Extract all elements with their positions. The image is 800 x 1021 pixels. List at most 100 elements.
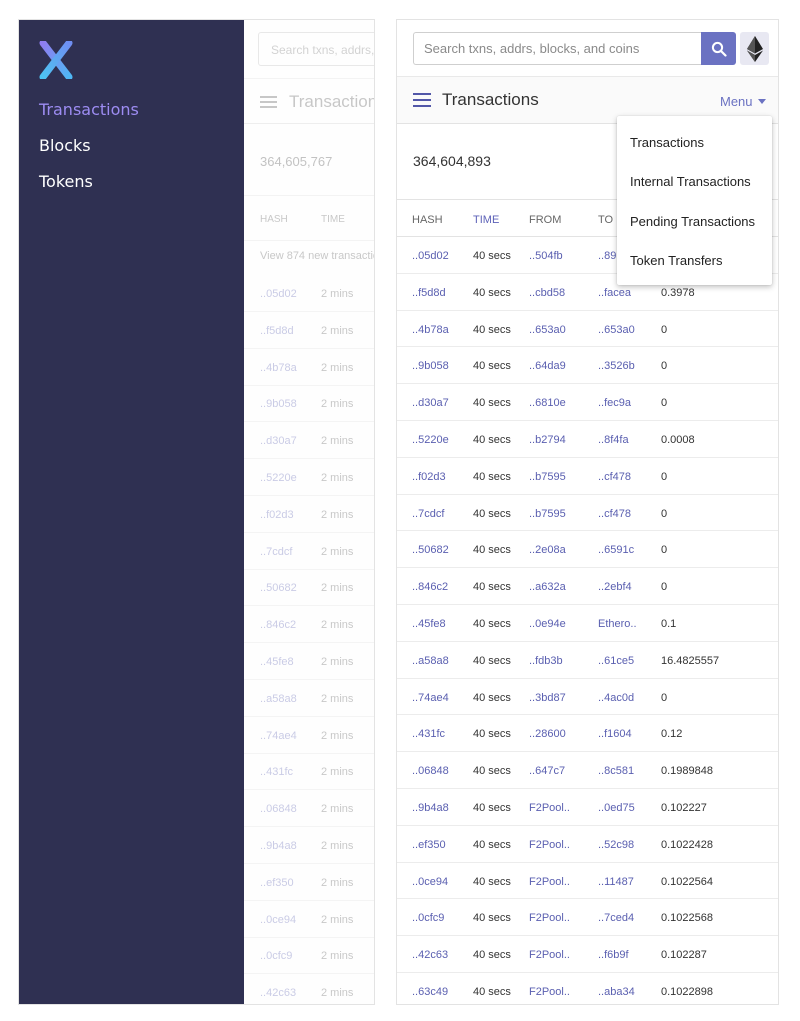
row-to-link[interactable]: ..0ed75 [598, 802, 635, 814]
row-to-link[interactable]: Ethero.. [598, 618, 637, 630]
hamburger-icon[interactable] [413, 93, 431, 107]
dropdown-item-pending-transactions[interactable]: Pending Transactions [630, 214, 755, 229]
row-hash-link[interactable]: ..0ce94 [412, 876, 448, 888]
row-to-link[interactable]: ..3526b [598, 360, 635, 372]
row-to-link[interactable]: ..89 [598, 250, 616, 262]
row-hash-link[interactable]: ..a58a8 [412, 655, 449, 667]
table-row[interactable]: ..846c2 40 secs ..a632a ..2ebf4 0 [397, 568, 778, 605]
column-header-from[interactable]: FROM [529, 214, 561, 226]
row-from-link[interactable]: ..b7595 [529, 508, 566, 520]
row-value: 0.1022568 [661, 912, 713, 925]
table-row[interactable]: ..431fc 40 secs ..28600 ..f1604 0.12 [397, 715, 778, 753]
table-row[interactable]: ..50682 40 secs ..2e08a ..6591c 0 [397, 531, 778, 569]
table-row[interactable]: ..63c49 40 secs F2Pool.. ..aba34 0.1022898 [397, 973, 778, 1004]
column-header-to[interactable]: TO [598, 214, 613, 226]
table-row[interactable]: ..f02d3 40 secs ..b7595 ..cf478 0 [397, 458, 778, 495]
row-from-link[interactable]: ..b7595 [529, 471, 566, 483]
row-hash-link[interactable]: ..50682 [412, 544, 449, 556]
table-row[interactable]: ..ef350 40 secs F2Pool.. ..52c98 0.1022428 [397, 826, 778, 863]
table-row[interactable]: ..9b058 40 secs ..64da9 ..3526b 0 [397, 347, 778, 385]
row-to-link[interactable]: ..7ced4 [598, 912, 634, 924]
menu-dropdown-button[interactable]: Menu [720, 94, 766, 109]
table-row[interactable]: ..5220e 40 secs ..b2794 ..8f4fa 0.0008 [397, 421, 778, 458]
background-new-tx-notice: View 874 new transactions [260, 250, 374, 262]
row-from-link[interactable]: F2Pool.. [529, 986, 570, 998]
row-hash-link[interactable]: ..ef350 [412, 839, 446, 851]
row-hash-link[interactable]: ..9b4a8 [412, 802, 449, 814]
row-hash-link[interactable]: ..431fc [412, 728, 445, 740]
row-hash-link[interactable]: ..f02d3 [412, 471, 446, 483]
table-row[interactable]: ..45fe8 40 secs ..0e94e Ethero.. 0.1 [397, 605, 778, 642]
row-hash-link[interactable]: ..f5d8d [412, 287, 446, 299]
row-from-link[interactable]: ..2e08a [529, 544, 566, 556]
row-from-link[interactable]: F2Pool.. [529, 876, 570, 888]
table-row[interactable]: ..42c63 40 secs F2Pool.. ..f6b9f 0.102287 [397, 936, 778, 973]
row-to-link[interactable]: ..f6b9f [598, 949, 629, 961]
row-to-link[interactable]: ..2ebf4 [598, 581, 632, 593]
row-from-link[interactable]: ..0e94e [529, 618, 566, 630]
row-hash-link[interactable]: ..5220e [412, 434, 449, 446]
dropdown-item-transactions[interactable]: Transactions [630, 135, 704, 150]
row-to-link[interactable]: ..aba34 [598, 986, 635, 998]
row-from-link[interactable]: ..504fb [529, 250, 563, 262]
row-hash-link[interactable]: ..63c49 [412, 986, 448, 998]
table-row[interactable]: ..a58a8 40 secs ..fdb3b ..61ce5 16.4825557 [397, 642, 778, 679]
row-from-link[interactable]: ..cbd58 [529, 287, 565, 299]
table-row[interactable]: ..06848 40 secs ..647c7 ..8c581 0.1989848 [397, 752, 778, 789]
row-to-link[interactable]: ..cf478 [598, 471, 631, 483]
row-hash-link[interactable]: ..05d02 [412, 250, 449, 262]
row-from-link[interactable]: F2Pool.. [529, 949, 570, 961]
row-from-link[interactable]: ..b2794 [529, 434, 566, 446]
column-header-time[interactable]: TIME [473, 214, 499, 226]
row-from-link[interactable]: ..a632a [529, 581, 566, 593]
table-row[interactable]: ..9b4a8 40 secs F2Pool.. ..0ed75 0.102227 [397, 789, 778, 826]
row-hash-link[interactable]: ..d30a7 [412, 397, 449, 409]
table-row[interactable]: ..0ce94 40 secs F2Pool.. ..11487 0.1022564 [397, 863, 778, 900]
row-hash-link[interactable]: ..42c63 [412, 949, 448, 961]
row-from-link[interactable]: ..28600 [529, 728, 566, 740]
row-to-link[interactable]: ..11487 [598, 876, 634, 888]
row-to-link[interactable]: ..8c581 [598, 765, 634, 777]
row-from-link[interactable]: ..fdb3b [529, 655, 563, 667]
row-hash-link[interactable]: ..4b78a [412, 324, 449, 336]
row-from-link[interactable]: F2Pool.. [529, 839, 570, 851]
row-to-link[interactable]: ..61ce5 [598, 655, 634, 667]
row-hash-link[interactable]: ..846c2 [412, 581, 448, 593]
table-row[interactable]: ..7cdcf 40 secs ..b7595 ..cf478 0 [397, 495, 778, 532]
row-hash-link[interactable]: ..45fe8 [412, 618, 446, 630]
row-from-link[interactable]: ..647c7 [529, 765, 565, 777]
row-to-link[interactable]: ..653a0 [598, 324, 635, 336]
row-to-link[interactable]: ..facea [598, 287, 631, 299]
row-from-link[interactable]: F2Pool.. [529, 912, 570, 924]
row-hash-link[interactable]: ..7cdcf [412, 508, 444, 520]
table-row[interactable]: ..4b78a 40 secs ..653a0 ..653a0 0 [397, 311, 778, 348]
drawer-link-tokens[interactable]: Tokens [39, 172, 93, 191]
row-from-link[interactable]: ..64da9 [529, 360, 566, 372]
row-hash-link[interactable]: ..06848 [412, 765, 449, 777]
dropdown-item-token-transfers[interactable]: Token Transfers [630, 253, 723, 268]
row-to-link[interactable]: ..cf478 [598, 508, 631, 520]
row-to-link[interactable]: ..4ac0d [598, 692, 634, 704]
network-selector-button[interactable] [740, 32, 769, 65]
row-to-link[interactable]: ..f1604 [598, 728, 632, 740]
row-hash-link[interactable]: ..0cfc9 [412, 912, 444, 924]
drawer-link-transactions[interactable]: Transactions [39, 100, 139, 119]
row-hash-link[interactable]: ..9b058 [412, 360, 449, 372]
search-button[interactable] [701, 32, 736, 65]
dropdown-item-internal-transactions[interactable]: Internal Transactions [630, 174, 751, 189]
row-to-link[interactable]: ..52c98 [598, 839, 634, 851]
row-to-link[interactable]: ..6591c [598, 544, 634, 556]
row-to-link[interactable]: ..8f4fa [598, 434, 629, 446]
search-input[interactable] [413, 32, 701, 65]
row-from-link[interactable]: ..3bd87 [529, 692, 566, 704]
row-from-link[interactable]: ..653a0 [529, 324, 566, 336]
row-from-link[interactable]: F2Pool.. [529, 802, 570, 814]
row-to-link[interactable]: ..fec9a [598, 397, 631, 409]
table-row[interactable]: ..0cfc9 40 secs F2Pool.. ..7ced4 0.1022568 [397, 899, 778, 937]
column-header-hash[interactable]: HASH [412, 214, 443, 226]
row-hash-link[interactable]: ..74ae4 [412, 692, 449, 704]
table-row[interactable]: ..d30a7 40 secs ..6810e ..fec9a 0 [397, 384, 778, 421]
table-row[interactable]: ..74ae4 40 secs ..3bd87 ..4ac0d 0 [397, 679, 778, 716]
drawer-link-blocks[interactable]: Blocks [39, 136, 91, 155]
row-from-link[interactable]: ..6810e [529, 397, 566, 409]
